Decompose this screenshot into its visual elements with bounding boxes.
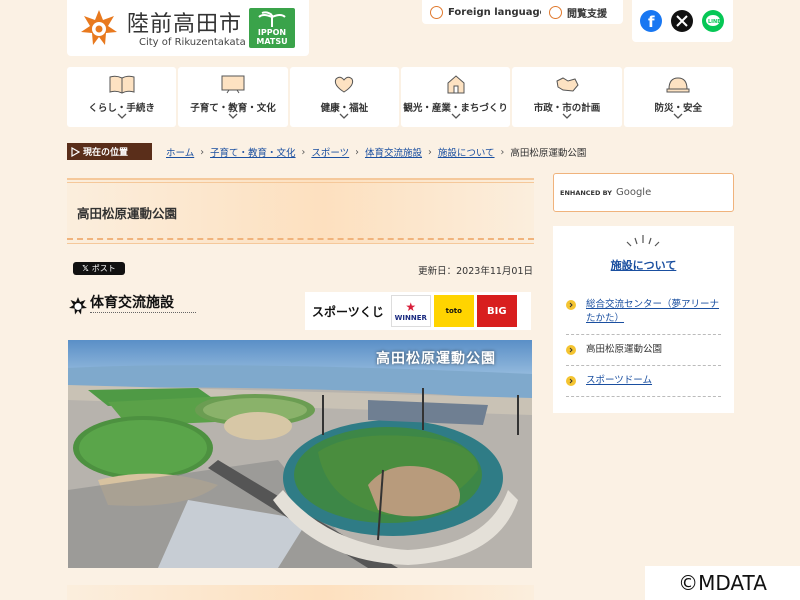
- photo-caption: 高田松原運動公園: [376, 351, 496, 367]
- x-logo-icon: 𝕏: [82, 264, 89, 273]
- nav-label: 健康・福祉: [320, 103, 369, 114]
- svg-text:f: f: [648, 13, 655, 31]
- page-title: 高田松原運動公園: [77, 206, 178, 221]
- side-item-general-center[interactable]: 総合交流センター（夢アリーナたかた）: [586, 299, 719, 324]
- line-icon[interactable]: LINE: [702, 10, 724, 32]
- star-icon: ★: [405, 300, 417, 314]
- nav-item-tourism-industry[interactable]: 観光・産業・まちづくり: [400, 67, 511, 127]
- ippon-label: IPPON MATSU: [256, 28, 288, 46]
- board-icon: [221, 75, 245, 94]
- globe-icon: [430, 5, 443, 19]
- facility-side-menu: 施設について 総合交流センター（夢アリーナたかた） 高田松原運動公園 スポーツド…: [553, 226, 734, 413]
- side-item-sports-dome[interactable]: スポーツドーム: [586, 375, 652, 386]
- chevron-down-icon: [339, 113, 349, 119]
- list-item[interactable]: 総合交流センター（夢アリーナたかた）: [566, 290, 721, 335]
- sunburst-icon: [626, 235, 660, 247]
- side-menu-title[interactable]: 施設について: [553, 257, 734, 273]
- heart-hands-icon: [335, 76, 354, 93]
- side-menu-list: 総合交流センター（夢アリーナたかた） 高田松原運動公園 スポーツドーム: [566, 290, 721, 397]
- chevron-down-icon: [562, 113, 572, 119]
- title-band: 高田松原運動公園: [67, 178, 534, 244]
- chevron-down-icon: [228, 113, 238, 119]
- nav-label: くらし・手続き: [88, 103, 155, 114]
- list-item[interactable]: スポーツドーム: [566, 366, 721, 397]
- aerial-park-photo: 高田松原運動公園: [68, 340, 532, 568]
- breadcrumb-childcare-education[interactable]: 子育て・教育・文化: [210, 145, 296, 159]
- list-item: 高田松原運動公園: [566, 335, 721, 366]
- watermark: ©MDATA: [645, 566, 800, 600]
- pine-tree-icon: [258, 11, 286, 27]
- nav-item-disaster-safety[interactable]: 防災・安全: [623, 67, 733, 127]
- house-tree-icon: [447, 75, 465, 94]
- facility-label-text: 体育交流施設: [90, 295, 174, 311]
- city-emblem-icon: [81, 10, 117, 45]
- bottom-band: [67, 585, 534, 600]
- main-nav: くらし・手続き 子育て・教育・文化 健康・福祉 観光・産業・まちづくり 市政・市…: [67, 67, 733, 127]
- face-icon: [549, 5, 562, 19]
- x-twitter-icon[interactable]: [671, 10, 693, 32]
- nav-item-city-government[interactable]: 市政・市の計画: [512, 67, 622, 127]
- chevron-right-icon: ›: [500, 146, 505, 158]
- chevron-right-icon: ›: [301, 146, 306, 158]
- site-search-input[interactable]: ENHANCED BY Google: [553, 173, 734, 212]
- nav-label: 防災・安全: [654, 103, 703, 114]
- city-name: 陸前高田市: [127, 12, 243, 37]
- helmet-icon: [666, 77, 690, 93]
- facility-logo: 体育交流施設: [68, 292, 198, 324]
- breadcrumb-sports[interactable]: スポーツ: [311, 145, 349, 159]
- map-icon: [556, 77, 579, 92]
- breadcrumb-current: 高田松原運動公園: [510, 148, 587, 159]
- foreign-language-label: Foreign language: [448, 6, 547, 18]
- post-label: ポスト: [91, 264, 116, 273]
- chevron-down-icon: [673, 113, 683, 119]
- city-logo[interactable]: 陸前高田市 City of Rikuzentakata IPPON MATSU: [67, 0, 309, 56]
- x-post-button[interactable]: 𝕏 ポスト: [73, 262, 125, 275]
- chevron-down-icon: [117, 113, 127, 119]
- city-emblem-icon: [69, 297, 87, 315]
- nav-item-living[interactable]: くらし・手続き: [67, 67, 177, 127]
- toto-logo: toto: [433, 295, 474, 327]
- svg-text:LINE: LINE: [708, 19, 721, 25]
- side-item-current: 高田松原運動公園: [586, 344, 663, 355]
- search-enhanced-label: ENHANCED BY: [560, 188, 612, 197]
- nav-label: 観光・産業・まちづくり: [403, 103, 508, 114]
- reading-support-label: 閲覧支援: [567, 8, 607, 20]
- nav-item-health-welfare[interactable]: 健康・福祉: [289, 67, 399, 127]
- google-label: Google: [615, 187, 652, 198]
- facebook-icon[interactable]: f: [640, 10, 662, 32]
- nav-item-childcare-education[interactable]: 子育て・教育・文化: [178, 67, 288, 127]
- foreign-language-link[interactable]: Foreign language: [422, 0, 555, 24]
- updated-date: 更新日：2023年11月01日: [418, 266, 533, 277]
- ippon-matsu-logo: IPPON MATSU: [249, 8, 295, 48]
- arrow-right-icon: [566, 376, 576, 386]
- winner-logo: ★ WINNER: [390, 295, 431, 327]
- breadcrumb-home[interactable]: ホーム: [166, 145, 194, 159]
- nav-label: 市政・市の計画: [533, 103, 601, 114]
- sponsor-banner[interactable]: スポーツくじ ★ WINNER toto BIG: [305, 292, 531, 330]
- book-icon: [109, 75, 135, 94]
- reading-support-link[interactable]: 閲覧支援: [541, 0, 623, 24]
- current-location-label: 現在の位置: [83, 148, 129, 158]
- chevron-right-icon: ›: [428, 146, 432, 158]
- park-photo-image: [68, 340, 532, 568]
- current-location-badge: 現在の位置: [67, 143, 152, 160]
- breadcrumb-about-facilities[interactable]: 施設について: [438, 145, 495, 159]
- nav-label: 子育て・教育・文化: [190, 103, 276, 114]
- chevron-down-icon: [451, 113, 461, 119]
- city-name-en: City of Rikuzentakata: [139, 37, 246, 48]
- flag-icon: [71, 146, 80, 157]
- big-logo: BIG: [476, 295, 517, 327]
- chevron-right-icon: ›: [200, 146, 205, 158]
- sports-lottery-label: スポーツくじ: [312, 304, 384, 319]
- chevron-right-icon: ›: [355, 146, 359, 158]
- breadcrumb-sports-facilities[interactable]: 体育交流施設: [365, 145, 422, 159]
- arrow-right-icon: [566, 300, 576, 310]
- breadcrumb: ホーム › 子育て・教育・文化 › スポーツ › 体育交流施設 › 施設について…: [166, 145, 587, 160]
- social-links: f LINE: [632, 0, 733, 42]
- arrow-right-icon: [566, 345, 576, 355]
